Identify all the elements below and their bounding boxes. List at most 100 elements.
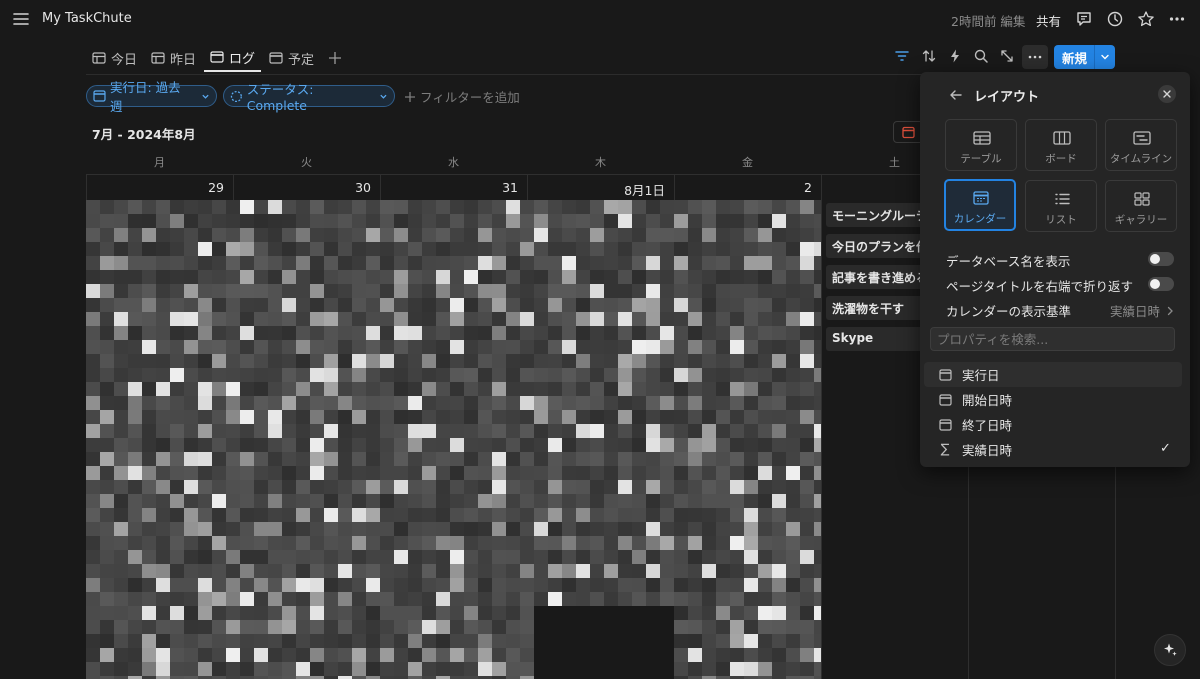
mosaic-tile [338,312,352,326]
tab-yesterday[interactable]: 昨日 [145,44,202,72]
layout-option-gallery[interactable]: ギャラリー [1105,180,1177,232]
mosaic-tile [478,382,492,396]
mosaic-tile [296,382,310,396]
page-title[interactable]: My TaskChute [42,11,132,26]
filter-chip-date[interactable]: 実行日: 過去 週 [86,80,217,114]
filter-chip-status[interactable]: ステータス: Complete [223,82,395,113]
month-title: 7月 - 2024年8月 [92,127,196,142]
mosaic-tile [702,228,716,242]
mosaic-tile [548,536,562,550]
mosaic-tile [604,578,618,592]
mosaic-tile [352,564,366,578]
mosaic-tile [604,256,618,270]
tab-today[interactable]: 今日 [86,44,143,72]
mosaic-tile [478,256,492,270]
wrap-titles-toggle[interactable] [1148,277,1174,291]
mosaic-tile [380,550,394,564]
mosaic-tile [492,424,506,438]
property-option-end-datetime[interactable]: 終了日時 [924,412,1182,437]
show-db-name-toggle[interactable] [1148,252,1174,266]
mosaic-tile [772,648,786,662]
back-arrow-icon[interactable] [948,87,964,103]
mosaic-tile [380,634,394,648]
calendar-basis-selector[interactable]: 実績日時 [1110,301,1174,320]
mosaic-tile [212,312,226,326]
mosaic-tile [254,438,268,452]
new-button[interactable]: 新規 [1054,45,1115,69]
search-icon[interactable] [973,48,989,64]
property-search-input[interactable] [930,327,1175,351]
property-option-start-datetime[interactable]: 開始日時 [924,387,1182,412]
menu-icon[interactable] [12,10,30,28]
mosaic-tile [730,648,744,662]
mosaic-tile [282,466,296,480]
mosaic-tile [142,508,156,522]
mosaic-tile [814,466,821,480]
close-button[interactable] [1158,85,1176,103]
mosaic-tile [198,228,212,242]
event-card[interactable]: 洗濯物を干す [826,296,932,320]
chevron-down-icon[interactable] [1095,52,1115,62]
mosaic-tile [184,634,198,648]
property-option-execution-date[interactable]: 実行日 [924,362,1182,387]
share-button[interactable]: 共有 [1036,11,1061,30]
layout-option-board[interactable]: ボード [1025,119,1097,171]
event-card[interactable]: Skype [826,327,932,351]
mosaic-tile [478,592,492,606]
more-options-icon[interactable] [1168,10,1186,28]
mosaic-tile [156,466,170,480]
layout-option-table[interactable]: テーブル [945,119,1017,171]
mosaic-tile [100,256,114,270]
sort-icon[interactable] [921,48,937,64]
mosaic-tile [548,354,562,368]
layout-option-timeline[interactable]: タイムライン [1105,119,1177,171]
mosaic-tile [646,228,660,242]
mosaic-tile [142,480,156,494]
ai-assistant-button[interactable] [1154,634,1186,666]
event-card[interactable]: モーニングルーティン [826,203,932,227]
mosaic-tile [436,662,450,676]
mosaic-tile [282,452,296,466]
mosaic-tile [142,326,156,340]
star-icon[interactable] [1137,10,1155,28]
view-more-button[interactable] [1022,45,1048,69]
mosaic-tile [492,536,506,550]
mosaic-tile [128,298,142,312]
layout-option-calendar[interactable]: カレンダー [944,179,1016,231]
mosaic-tile [380,270,394,284]
mosaic-tile [422,298,436,312]
tab-schedule[interactable]: 予定 [263,44,320,72]
filter-chip-label: 実行日: 過去 週 [109,80,181,114]
mosaic-tile [226,200,240,214]
filter-icon[interactable] [894,48,910,64]
history-icon[interactable] [1106,10,1124,28]
add-filter-button[interactable]: フィルターを追加 [404,87,520,106]
mosaic-tile [310,662,324,676]
property-option-actual-datetime[interactable]: ∑ 実績日時 ✓ [924,437,1182,462]
tab-log[interactable]: ログ [204,44,262,72]
mosaic-tile [520,340,534,354]
mosaic-tile [408,368,422,382]
mosaic-tile [436,340,450,354]
mosaic-tile [282,326,296,340]
mosaic-tile [674,480,688,494]
mosaic-tile [506,592,520,606]
comment-icon[interactable] [1075,10,1093,28]
event-card[interactable]: 今日のプランを作成 [826,234,932,258]
mosaic-tile [100,270,114,284]
mosaic-tile [408,382,422,396]
wrap-titles-label: ページタイトルを右端で折り返す [946,279,1134,294]
mosaic-tile [562,200,576,214]
mosaic-tile [688,228,702,242]
expand-icon[interactable] [999,48,1015,64]
automation-icon[interactable] [947,48,963,64]
event-card[interactable]: 記事を書き進める [826,265,932,289]
mosaic-tile [450,200,464,214]
mosaic-tile [702,620,716,634]
layout-option-list[interactable]: リスト [1025,180,1097,232]
mosaic-tile [394,452,408,466]
mosaic-tile [240,606,254,620]
add-view-button[interactable] [322,44,348,72]
mosaic-tile [212,662,226,676]
mosaic-tile [688,480,702,494]
